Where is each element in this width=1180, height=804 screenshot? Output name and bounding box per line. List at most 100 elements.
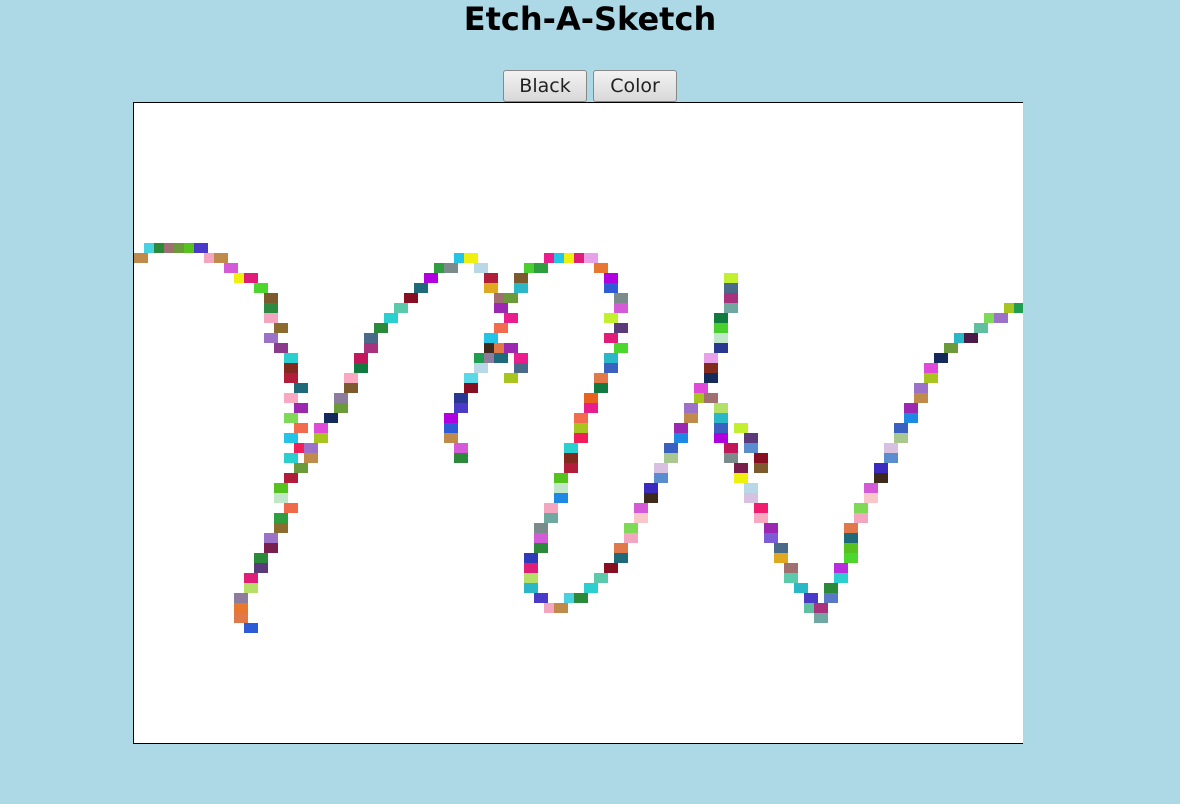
sketch-pixel <box>824 593 838 603</box>
sketch-pixel <box>294 403 308 413</box>
sketch-pixel <box>534 533 548 543</box>
sketch-pixel <box>814 603 828 613</box>
sketch-pixel <box>914 393 928 403</box>
sketch-pixel <box>734 463 748 473</box>
sketch-pixel <box>744 443 758 453</box>
sketch-pixel <box>284 353 298 363</box>
sketch-pixel <box>324 413 338 423</box>
sketch-pixel <box>544 513 558 523</box>
sketch-pixel <box>384 313 398 323</box>
sketch-pixel <box>824 583 838 593</box>
sketch-pixel <box>554 473 568 483</box>
sketch-pixel <box>884 453 898 463</box>
sketch-pixel <box>274 343 288 353</box>
sketch-pixel <box>724 293 738 303</box>
sketch-pixel <box>294 463 308 473</box>
sketch-pixel <box>444 263 458 273</box>
sketch-pixel <box>894 433 908 443</box>
sketch-pixel <box>814 613 828 623</box>
sketch-pixel <box>274 323 288 333</box>
sketch-pixel <box>524 553 538 563</box>
sketch-pixel <box>464 253 478 263</box>
sketch-pixel <box>194 243 208 253</box>
sketch-pixel <box>704 363 718 373</box>
sketch-pixel <box>714 433 728 443</box>
sketch-pixel <box>504 373 518 383</box>
sketch-pixel <box>624 523 638 533</box>
sketch-pixel <box>344 373 358 383</box>
sketch-pixel <box>714 313 728 323</box>
sketch-pixel <box>614 303 628 313</box>
sketch-pixel <box>514 283 528 293</box>
sketch-pixel <box>284 503 298 513</box>
sketch-pixel <box>864 483 878 493</box>
sketch-pixel <box>594 383 608 393</box>
sketch-pixel <box>274 483 288 493</box>
sketch-pixel <box>224 263 238 273</box>
sketch-pixel <box>554 493 568 503</box>
sketch-pixel <box>234 613 248 623</box>
sketch-pixel <box>544 503 558 513</box>
sketch-pixel <box>714 333 728 343</box>
sketch-pixel <box>334 393 348 403</box>
sketch-pixel <box>354 363 368 373</box>
sketch-pixel <box>854 513 868 523</box>
sketch-pixel <box>664 443 678 453</box>
sketch-pixel <box>694 383 708 393</box>
sketch-pixel <box>844 523 858 533</box>
sketch-pixel <box>534 263 548 273</box>
sketch-pixel <box>774 543 788 553</box>
sketch-pixel <box>304 453 318 463</box>
sketch-pixel <box>364 333 378 343</box>
sketch-pixel <box>354 353 368 363</box>
sketch-pixel <box>304 443 318 453</box>
sketch-pixel <box>424 273 438 283</box>
sketch-pixel <box>624 533 638 543</box>
sketch-pixel <box>214 253 228 263</box>
sketch-pixel <box>574 413 588 423</box>
sketch-pixel <box>964 333 978 343</box>
sketch-pixel <box>714 423 728 433</box>
sketch-pixel <box>314 433 328 443</box>
sketch-pixel <box>704 353 718 363</box>
sketch-pixel <box>484 273 498 283</box>
sketch-pixel <box>524 563 538 573</box>
sketch-pixel <box>844 533 858 543</box>
sketch-pixel <box>524 573 538 583</box>
sketch-pixel <box>604 363 618 373</box>
black-mode-button[interactable]: Black <box>503 70 587 102</box>
sketch-pixel <box>264 303 278 313</box>
sketch-drawing <box>134 243 1023 633</box>
sketch-pixel <box>414 283 428 293</box>
sketch-pixel <box>744 483 758 493</box>
mode-controls: Black Color <box>0 70 1180 102</box>
sketch-pixel <box>564 453 578 463</box>
sketch-pixel <box>494 353 508 363</box>
sketch-pixel <box>464 373 478 383</box>
color-mode-button[interactable]: Color <box>593 70 677 102</box>
sketch-pixel <box>724 453 738 463</box>
sketch-pixel <box>884 443 898 453</box>
sketch-pixel <box>274 523 288 533</box>
sketch-pixel <box>514 273 528 283</box>
sketch-pixel <box>864 493 878 503</box>
sketch-pixel <box>874 473 888 483</box>
sketch-pixel <box>644 493 658 503</box>
sketch-pixel <box>294 423 308 433</box>
sketch-pixel <box>594 373 608 383</box>
sketch-pixel <box>454 453 468 463</box>
sketch-pixel <box>704 373 718 383</box>
sketch-pixel <box>244 573 258 583</box>
sketch-pixel <box>1014 303 1023 313</box>
sketch-pixel <box>494 303 508 313</box>
sketch-pixel <box>764 533 778 543</box>
sketch-pixel <box>394 303 408 313</box>
sketch-pixel <box>244 583 258 593</box>
sketch-pixel <box>664 453 678 463</box>
sketch-board[interactable] <box>133 102 1023 744</box>
sketch-pixel <box>854 503 868 513</box>
sketch-pixel <box>654 463 668 473</box>
sketch-pixel <box>734 473 748 483</box>
sketch-pixel <box>514 353 528 363</box>
sketch-pixel <box>614 323 628 333</box>
